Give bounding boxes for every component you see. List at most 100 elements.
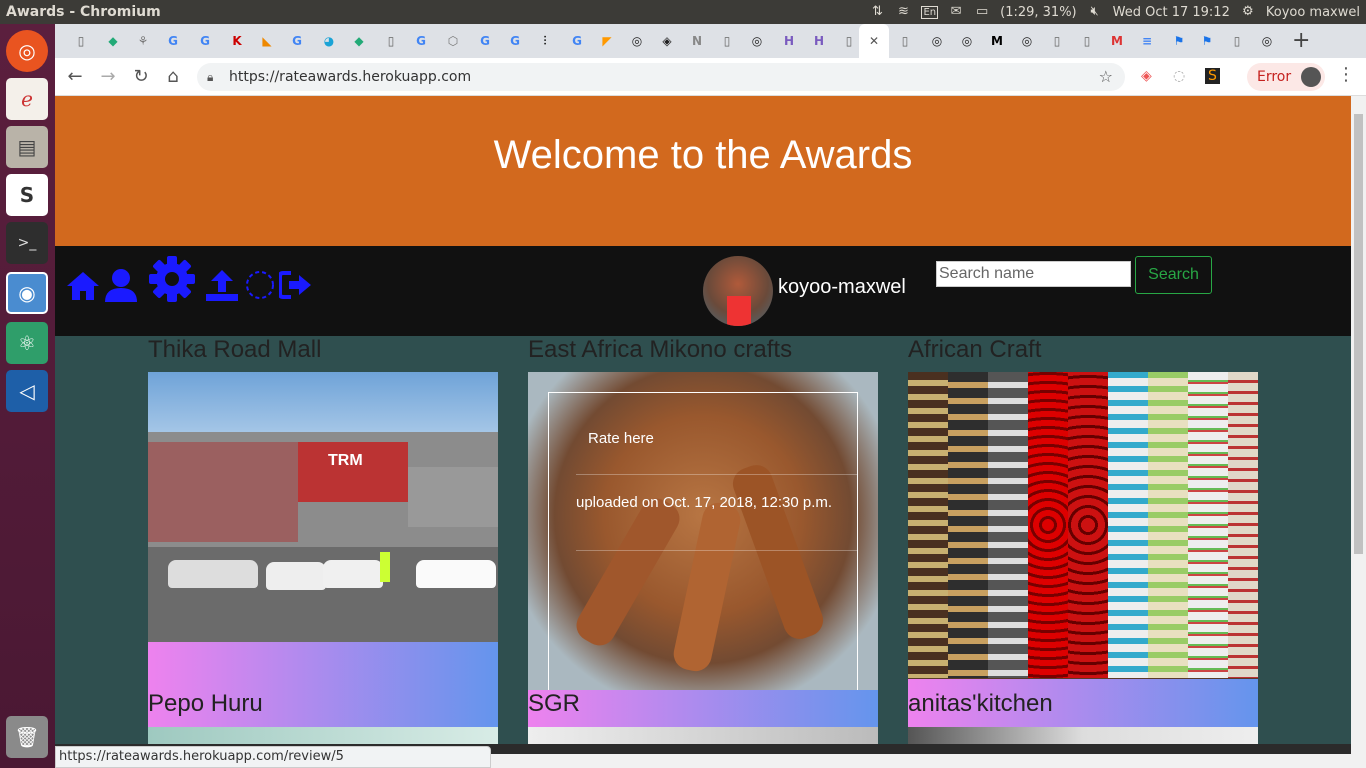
profile-username[interactable]: koyoo-maxwel [778, 276, 906, 299]
project-image[interactable]: Rate here uploaded on Oct. 17, 2018, 12:… [528, 372, 878, 690]
gear-icon[interactable]: ⚙ [1240, 5, 1256, 19]
project-image[interactable] [908, 727, 1258, 744]
files-icon[interactable]: ▤ [6, 126, 48, 168]
browser-tab[interactable]: K [227, 32, 247, 50]
project-image[interactable] [528, 727, 878, 744]
browser-tab[interactable]: ⚑ [1169, 32, 1189, 50]
browser-tab[interactable]: ▯ [895, 32, 915, 50]
search-button[interactable]: Search [1135, 256, 1212, 294]
browser-tab[interactable]: ◤ [597, 32, 617, 50]
address-url: https://rateawards.herokuapp.com [229, 69, 472, 85]
address-bar[interactable]: 🔒︎ https://rateawards.herokuapp.com ☆ [197, 63, 1125, 91]
home-button[interactable]: ⌂ [161, 66, 185, 87]
logout-icon[interactable] [279, 270, 313, 300]
extension-icon[interactable]: ◌ [1173, 68, 1185, 84]
browser-tab[interactable]: G [475, 32, 495, 50]
error-label: Error [1257, 69, 1292, 85]
project-name[interactable]: anitas'kitchen [908, 690, 1053, 718]
reload-button[interactable]: ↻ [129, 66, 153, 87]
page-banner: Welcome to the Awards [55, 96, 1351, 246]
gear-icon[interactable] [149, 256, 195, 302]
browser-tab[interactable]: ◎ [957, 32, 977, 50]
network-icon[interactable]: ⇅ [869, 5, 885, 19]
browser-tab[interactable]: M [1107, 32, 1127, 50]
browser-tab[interactable]: G [505, 32, 525, 50]
text-editor-icon[interactable]: ℯ [6, 78, 48, 120]
terminal-icon[interactable]: >_ [6, 222, 48, 264]
extension-icon[interactable]: S [1205, 68, 1220, 84]
tab-awards-active[interactable]: ✕ [859, 24, 889, 58]
browser-tab[interactable]: G [287, 32, 307, 50]
rate-link[interactable]: Rate here [588, 430, 654, 447]
browser-tab[interactable]: G [195, 32, 215, 50]
browser-tab[interactable]: M [987, 32, 1007, 50]
project-name[interactable]: SGR [528, 690, 580, 718]
browser-tab[interactable]: ◕ [319, 32, 339, 50]
browser-tab[interactable]: ◆ [349, 32, 369, 50]
browser-tab[interactable]: ▯ [1077, 32, 1097, 50]
battery-status[interactable]: (1:29, 31%) [1000, 5, 1077, 20]
vscode-icon[interactable]: ◁ [6, 370, 48, 412]
browser-tab[interactable]: G [411, 32, 431, 50]
browser-tab[interactable]: ▯ [1047, 32, 1067, 50]
site-navbar: koyoo-maxwel Search [55, 246, 1351, 336]
ubuntu-dash-icon[interactable]: ◎ [6, 30, 48, 72]
upload-icon[interactable] [205, 268, 239, 302]
browser-tab[interactable]: ⚑ [1197, 32, 1217, 50]
bookmark-star-icon[interactable]: ☆ [1099, 63, 1113, 91]
browser-tab[interactable]: ◣ [257, 32, 277, 50]
status-bar-url: https://rateawards.herokuapp.com/review/… [55, 746, 491, 768]
browser-tab[interactable]: ⬡ [443, 32, 463, 50]
browser-tab[interactable]: ◈ [657, 32, 677, 50]
user-icon[interactable] [103, 268, 139, 302]
browser-tab[interactable]: ▯ [71, 32, 91, 50]
vertical-scrollbar[interactable] [1351, 96, 1366, 754]
browser-tab[interactable]: N [687, 32, 707, 50]
browser-tab[interactable]: ◎ [747, 32, 767, 50]
trash-icon[interactable]: 🗑︎ [6, 716, 48, 758]
wifi-icon[interactable]: ≋ [895, 5, 911, 19]
mail-icon[interactable]: ✉ [948, 5, 964, 19]
browser-tab[interactable]: ⚘ [133, 32, 153, 50]
browser-tab[interactable]: H [779, 32, 799, 50]
browser-tab[interactable]: ◎ [1017, 32, 1037, 50]
browser-tab[interactable]: ≡ [1137, 32, 1157, 50]
browser-tab[interactable]: ◎ [1257, 32, 1277, 50]
back-button[interactable]: ← [63, 66, 87, 87]
browser-menu-icon[interactable]: ⋮ [1337, 64, 1355, 85]
project-name-bar [528, 690, 878, 727]
browser-toolbar: ← → ↻ ⌂ 🔒︎ https://rateawards.herokuapp.… [55, 58, 1366, 96]
project-image[interactable]: TRM [148, 372, 498, 642]
browser-tab[interactable]: ⫶ [535, 32, 555, 50]
browser-tab[interactable]: ◆ [103, 32, 123, 50]
browser-tab[interactable]: ▯ [717, 32, 737, 50]
slack-icon[interactable]: S [6, 174, 48, 216]
browser-tab[interactable]: ▯ [839, 32, 859, 50]
chromium-icon[interactable]: ◉ [6, 272, 48, 314]
profile-error-button[interactable]: Error [1247, 63, 1325, 91]
keyboard-layout-indicator[interactable]: En [921, 5, 939, 19]
browser-tab[interactable]: ◎ [627, 32, 647, 50]
mall-sign: TRM [328, 452, 363, 469]
browser-tab[interactable]: G [163, 32, 183, 50]
battery-icon[interactable]: ▭ [974, 5, 990, 19]
project-title: Thika Road Mall [148, 336, 322, 363]
volume-muted-icon[interactable]: 🔇︎ [1087, 5, 1103, 19]
project-image[interactable] [148, 727, 498, 744]
browser-tab[interactable]: ▯ [381, 32, 401, 50]
browser-tab[interactable]: G [567, 32, 587, 50]
clock[interactable]: Wed Oct 17 19:12 [1113, 5, 1230, 20]
browser-tab[interactable]: ◎ [927, 32, 947, 50]
new-tab-button[interactable]: + [1292, 28, 1310, 53]
user-menu[interactable]: Koyoo maxwel [1266, 5, 1360, 20]
browser-tab[interactable]: ▯ [1227, 32, 1247, 50]
forward-button[interactable]: → [96, 66, 120, 87]
search-input[interactable] [936, 261, 1131, 287]
project-name[interactable]: Pepo Huru [148, 690, 263, 718]
browser-tab[interactable]: H [809, 32, 829, 50]
profile-avatar[interactable] [703, 256, 773, 326]
project-image[interactable] [908, 372, 1258, 679]
atom-icon[interactable]: ⚛ [6, 322, 48, 364]
extension-icon[interactable]: ◈ [1141, 68, 1152, 84]
home-icon[interactable] [65, 270, 101, 302]
